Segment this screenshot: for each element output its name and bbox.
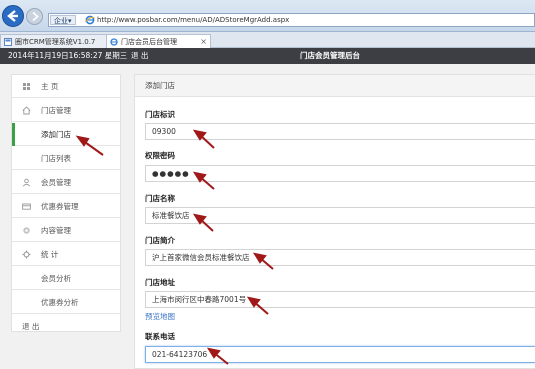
annotation-arrows [75, 129, 274, 365]
